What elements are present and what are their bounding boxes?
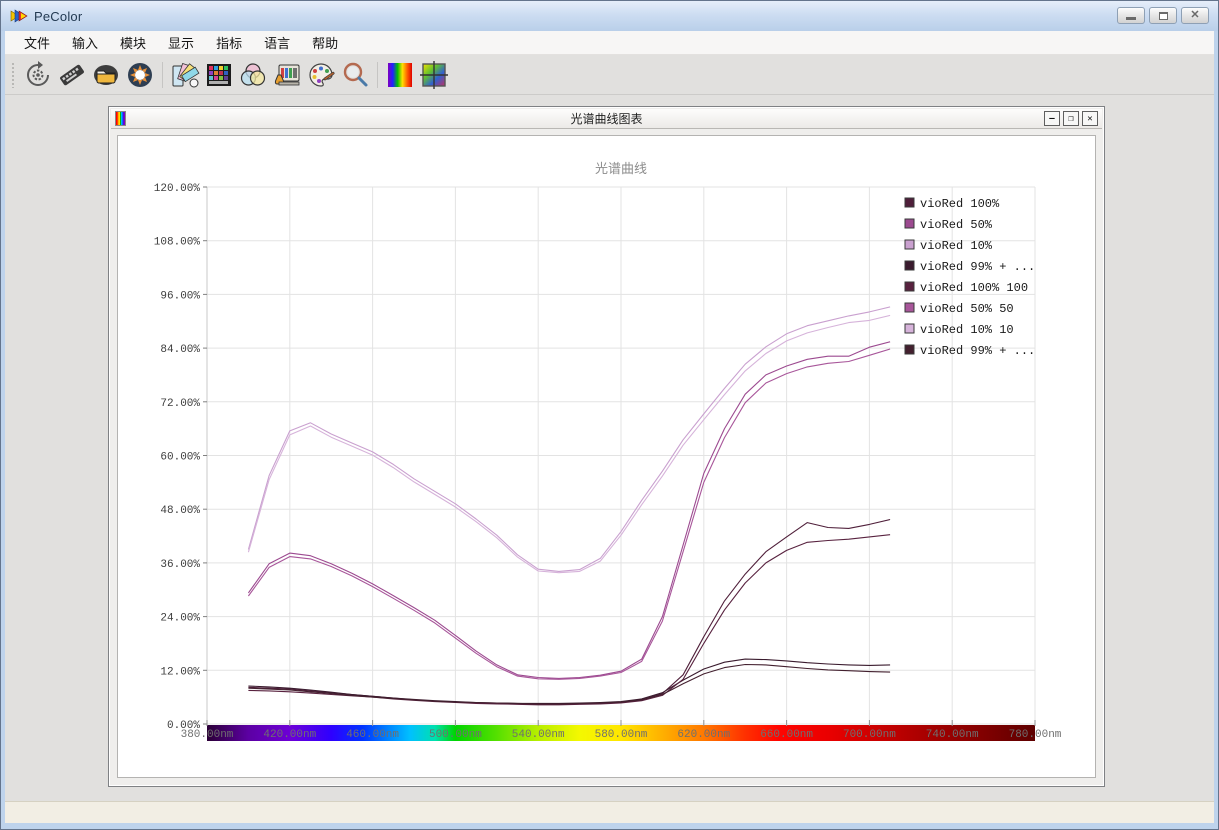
y-tick-label: 12.00% bbox=[160, 666, 200, 678]
curve-vioRed-99%-+-... bbox=[248, 659, 890, 703]
x-tick-label: 620.00nm bbox=[677, 729, 730, 741]
cmy-circles-icon bbox=[238, 60, 268, 90]
cmy-circles-button[interactable] bbox=[236, 58, 270, 92]
menu-bar: 文件 输入 模块 显示 指标 语言 帮助 bbox=[5, 31, 1214, 55]
color-quadrant-button[interactable] bbox=[417, 58, 451, 92]
legend-label: vioRed 10% 10 bbox=[920, 323, 1014, 337]
window-title: PeColor bbox=[34, 9, 82, 24]
toolbar-separator bbox=[377, 62, 378, 88]
menu-file[interactable]: 文件 bbox=[13, 30, 61, 55]
toolbar-separator bbox=[162, 62, 163, 88]
x-tick-label: 540.00nm bbox=[512, 729, 565, 741]
chart-window-close-button[interactable]: ✕ bbox=[1082, 111, 1098, 126]
pecolor-window: PeColor ✕ 文件 输入 模块 显示 指标 语言 帮助 bbox=[0, 0, 1219, 830]
chart-window-minimize-button[interactable]: – bbox=[1044, 111, 1060, 126]
y-tick-label: 84.00% bbox=[160, 344, 200, 356]
legend-swatch bbox=[905, 261, 914, 270]
maximize-icon bbox=[1159, 12, 1168, 20]
status-bar bbox=[5, 801, 1214, 823]
menu-metrics[interactable]: 指标 bbox=[205, 30, 253, 55]
y-tick-label: 108.00% bbox=[154, 237, 201, 249]
x-tick-label: 700.00nm bbox=[843, 729, 896, 741]
chart-window-titlebar[interactable]: 光谱曲线图表 – ❐ ✕ bbox=[111, 109, 1102, 129]
y-tick-label: 48.00% bbox=[160, 505, 200, 517]
y-tick-label: 60.00% bbox=[160, 452, 200, 464]
legend-label: vioRed 100% 100 bbox=[920, 281, 1028, 295]
x-tick-label: 460.00nm bbox=[346, 729, 399, 741]
x-tick-label: 660.00nm bbox=[760, 729, 813, 741]
legend-swatch bbox=[905, 219, 914, 228]
legend-label: vioRed 50% 50 bbox=[920, 302, 1014, 316]
mdi-area: 光谱曲线图表 – ❐ ✕ 120.00% 108.00% 96.00% 84.00% 7… bbox=[5, 95, 1214, 801]
rainbow-strip-icon bbox=[385, 60, 415, 90]
menu-input[interactable]: 输入 bbox=[61, 30, 109, 55]
toolbar-grip[interactable] bbox=[11, 62, 16, 88]
window-minimize-button[interactable] bbox=[1117, 7, 1145, 24]
curve-vioRed-50% bbox=[248, 342, 890, 679]
settings-sync-button[interactable] bbox=[21, 58, 55, 92]
folder-open-icon bbox=[91, 60, 121, 90]
menu-language[interactable]: 语言 bbox=[253, 30, 301, 55]
legend-swatch bbox=[905, 240, 914, 249]
x-tick-label: 740.00nm bbox=[926, 729, 979, 741]
color-fan-button[interactable] bbox=[168, 58, 202, 92]
pecolor-logo-icon bbox=[10, 8, 28, 24]
spectral-chart-window: 光谱曲线图表 – ❐ ✕ 120.00% 108.00% 96.00% 84.00% 7… bbox=[108, 106, 1105, 787]
colorimeter-icon bbox=[272, 60, 302, 90]
legend-label: vioRed 10% bbox=[920, 239, 993, 253]
legend-label: vioRed 99% + ... bbox=[920, 260, 1035, 274]
keyboard-icon bbox=[57, 60, 87, 90]
sun-settings-icon bbox=[125, 60, 155, 90]
legend-label: vioRed 99% + ... bbox=[920, 344, 1035, 358]
light-source-button[interactable] bbox=[123, 58, 157, 92]
x-tick-label: 420.00nm bbox=[263, 729, 316, 741]
y-tick-label: 72.00% bbox=[160, 398, 200, 410]
search-button[interactable] bbox=[338, 58, 372, 92]
legend-label: vioRed 100% bbox=[920, 197, 1000, 211]
chart-title: 光谱曲线 bbox=[595, 161, 647, 176]
minimize-icon bbox=[1126, 17, 1136, 20]
x-tick-label: 780.00nm bbox=[1009, 729, 1062, 741]
close-icon: ✕ bbox=[1190, 10, 1199, 21]
toolbar bbox=[5, 55, 1214, 95]
spectral-curve-chart: 120.00% 108.00% 96.00% 84.00% 72.00% 60.00% 48… bbox=[118, 136, 1097, 779]
chart-panel: 120.00% 108.00% 96.00% 84.00% 72.00% 60.00% 48… bbox=[117, 135, 1096, 778]
x-tick-label: 380.00nm bbox=[181, 729, 234, 741]
legend-swatch bbox=[905, 324, 914, 333]
keyboard-input-button[interactable] bbox=[55, 58, 89, 92]
client-area: 文件 输入 模块 显示 指标 语言 帮助 bbox=[5, 31, 1214, 823]
y-tick-label: 36.00% bbox=[160, 559, 200, 571]
menu-display[interactable]: 显示 bbox=[157, 30, 205, 55]
y-tick-label: 96.00% bbox=[160, 290, 200, 302]
legend-swatch bbox=[905, 282, 914, 291]
open-folder-button[interactable] bbox=[89, 58, 123, 92]
magnifier-icon bbox=[340, 60, 370, 90]
y-tick-label: 24.00% bbox=[160, 613, 200, 625]
color-grid-icon bbox=[204, 60, 234, 90]
x-tick-label: 500.00nm bbox=[429, 729, 482, 741]
curve-vioRed-50%-50 bbox=[248, 349, 890, 679]
legend-swatch bbox=[905, 345, 914, 354]
color-quadrant-icon bbox=[419, 60, 449, 90]
window-titlebar[interactable]: PeColor ✕ bbox=[1, 1, 1218, 31]
y-tick-label: 120.00% bbox=[154, 183, 201, 195]
curve-vioRed-10%-10 bbox=[248, 315, 890, 572]
palette-icon bbox=[306, 60, 336, 90]
chart-window-title: 光谱曲线图表 bbox=[111, 110, 1102, 127]
legend-label: vioRed 50% bbox=[920, 218, 993, 232]
window-maximize-button[interactable] bbox=[1149, 7, 1177, 24]
spectrum-strip-button[interactable] bbox=[383, 58, 417, 92]
legend-swatch bbox=[905, 303, 914, 312]
x-tick-label: 580.00nm bbox=[595, 729, 648, 741]
color-grid-button[interactable] bbox=[202, 58, 236, 92]
legend-swatch bbox=[905, 198, 914, 207]
palette-button[interactable] bbox=[304, 58, 338, 92]
colorimeter-button[interactable] bbox=[270, 58, 304, 92]
chart-window-maximize-button[interactable]: ❐ bbox=[1063, 111, 1079, 126]
window-close-button[interactable]: ✕ bbox=[1181, 7, 1209, 24]
color-fan-icon bbox=[170, 60, 200, 90]
settings-sync-icon bbox=[23, 60, 53, 90]
menu-help[interactable]: 帮助 bbox=[301, 30, 349, 55]
menu-module[interactable]: 模块 bbox=[109, 30, 157, 55]
